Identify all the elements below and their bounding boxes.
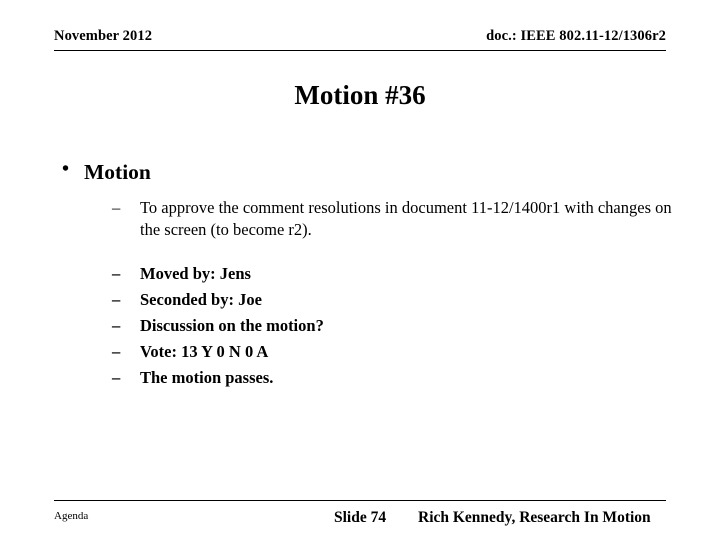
sub-item-label: To approve the comment resolutions in do… xyxy=(140,198,672,239)
sub-item-label: Discussion on the motion? xyxy=(140,315,324,335)
sub-item-label: Seconded by: Joe xyxy=(140,289,262,309)
dash-icon: – xyxy=(112,289,121,309)
sub-item-discussion: – Discussion on the motion? xyxy=(54,315,674,337)
dash-icon: – xyxy=(112,367,121,387)
sub-item-label: The motion passes. xyxy=(140,367,274,387)
slide-header: November 2012 doc.: IEEE 802.11-12/1306r… xyxy=(54,28,666,51)
header-date: November 2012 xyxy=(54,28,153,44)
sub-item-result: – The motion passes. xyxy=(54,367,674,389)
bullet-point-icon: • xyxy=(62,158,70,180)
dash-icon: – xyxy=(112,315,121,335)
page-title: Motion #36 xyxy=(294,80,426,110)
slide-body: • Motion – To approve the comment resolu… xyxy=(54,158,674,393)
footer-slide-number: Slide 74 xyxy=(334,509,387,526)
footer-author: Rich Kennedy, Research In Motion xyxy=(418,509,651,526)
sub-item-motion-text: – To approve the comment resolutions in … xyxy=(54,197,674,241)
sub-item-seconded-by: – Seconded by: Joe xyxy=(54,289,674,311)
header-doc-number: doc.: IEEE 802.11-12/1306r2 xyxy=(486,28,666,44)
dash-icon: – xyxy=(112,198,121,217)
bullet-motion: • Motion xyxy=(54,158,674,185)
dash-icon: – xyxy=(112,263,121,283)
bullet-motion-label: Motion xyxy=(84,160,151,184)
sub-item-label: Moved by: Jens xyxy=(140,263,251,283)
sub-item-vote: – Vote: 13 Y 0 N 0 A xyxy=(54,341,674,363)
sub-item-label: Vote: 13 Y 0 N 0 A xyxy=(140,341,269,361)
footer-divider xyxy=(54,500,666,501)
slide: November 2012 doc.: IEEE 802.11-12/1306r… xyxy=(0,0,720,540)
dash-icon: – xyxy=(112,341,121,361)
footer-agenda-label: Agenda xyxy=(54,510,89,522)
sub-item-moved-by: – Moved by: Jens xyxy=(54,263,674,285)
